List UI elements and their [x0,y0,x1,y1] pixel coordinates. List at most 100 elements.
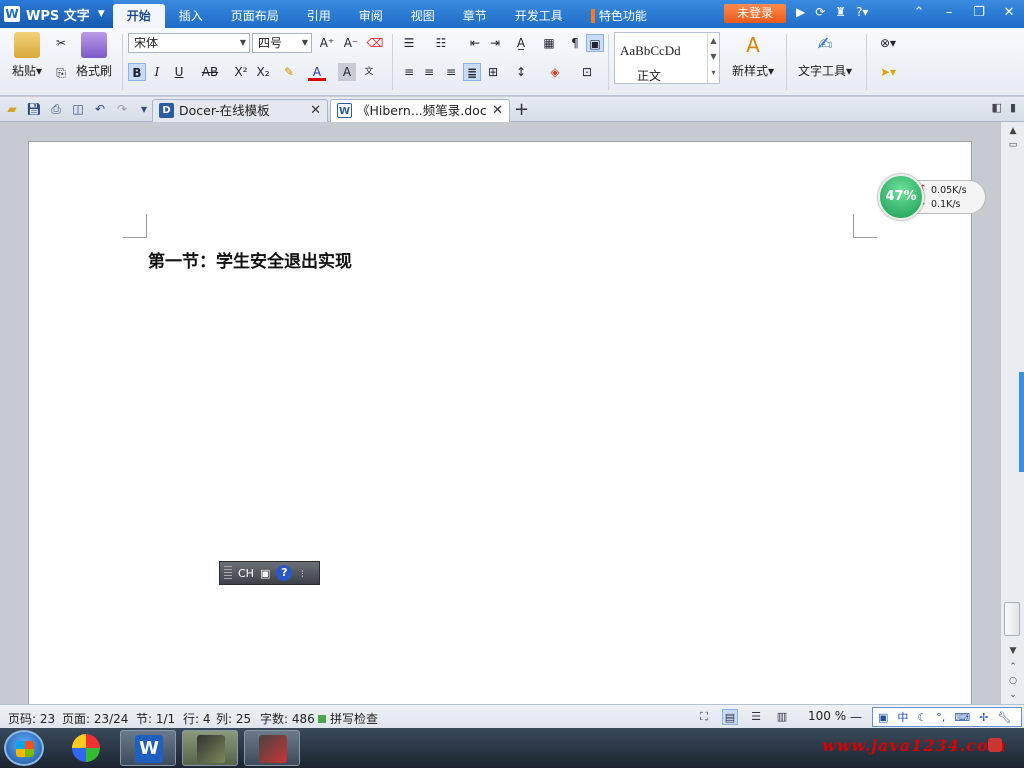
taskbar-wps-writer[interactable]: W [120,730,176,766]
tab-insert[interactable]: 插入 [165,4,217,28]
ime-tools-icon[interactable]: ✢ [979,711,988,724]
underline-icon[interactable]: U [170,63,188,81]
status-row[interactable]: 行: 4 [183,710,211,727]
bullet-list-icon[interactable]: ☰ [400,34,418,52]
side-panel-handle[interactable] [1019,372,1024,472]
new-style-button[interactable]: A 新样式▾ [728,32,778,79]
bold-icon[interactable]: B [128,63,146,81]
ime-keyboard-icon[interactable]: ⌨ [954,711,970,724]
highlight-icon[interactable]: ✎ [280,63,298,81]
status-word-count[interactable]: 字数: 486 [260,710,315,727]
full-screen-icon[interactable]: ⛶ [696,709,712,725]
page-frame-icon[interactable]: ▣ [586,34,604,52]
taskbar-app-colorful[interactable] [58,730,114,766]
ime-punct-icon[interactable]: °, [936,711,945,724]
minimize-icon[interactable]: – [934,0,964,28]
status-section[interactable]: 节: 1/1 [136,710,175,727]
refresh-icon[interactable]: ⟳ [815,5,825,19]
italic-icon[interactable]: I [148,63,166,81]
vertical-scrollbar[interactable]: ▲ ▭ ▼ ⌃ ○ ⌄ [1000,122,1024,704]
network-speed-widget[interactable]: ↑ 0.05K/s ↓ 0.1K/s 47% [878,174,986,220]
ime-logo-icon[interactable]: ▣ [878,711,888,724]
tab-docer-templates[interactable]: D Docer-在线模板 ✕ [152,99,328,122]
open-folder-icon[interactable]: ▰ [4,101,20,117]
zoom-out-icon[interactable]: — [850,710,862,724]
outline-view-icon[interactable]: ☰ [748,709,764,725]
clear-format-icon[interactable]: ⌫ [366,34,384,52]
new-tab-icon[interactable]: + [514,99,529,120]
format-painter-button[interactable]: 格式刷 [74,32,114,79]
copy-icon[interactable]: ⎘ [52,64,70,82]
document-page[interactable]: 第一节：学生安全退出实现 [28,141,972,704]
char-shading-icon[interactable]: A [338,63,356,81]
web-view-icon[interactable]: ▥ [774,709,790,725]
tab-special-features[interactable]: 特色功能 [577,4,661,28]
justify-icon[interactable]: ≣ [463,63,481,81]
print-icon[interactable]: ⎙ [48,101,64,117]
browse-object-icon[interactable]: ○ [1005,676,1021,690]
restore-icon[interactable]: ❐ [964,0,994,28]
ime-options-icon[interactable]: ⋮ [298,569,306,578]
prev-page-icon[interactable]: ⌃ [1005,662,1021,676]
style-gallery[interactable]: AaBbCcDd 正文 ▲ ▼ ▾ [614,32,720,84]
tab-home[interactable]: 开始 [112,4,165,28]
print-preview-icon[interactable]: ◫ [70,101,86,117]
status-page-code[interactable]: 页码: 23 [8,710,55,727]
align-left-icon[interactable]: ≡ [400,63,418,81]
tab-references[interactable]: 引用 [293,4,345,28]
tab-current-document[interactable]: W 《Hibern...频笔录.doc ✕ [330,99,510,122]
font-size-select[interactable]: 四号 ▼ [252,33,312,53]
page-view-icon[interactable]: ▤ [722,709,738,725]
table-icon[interactable]: ▦ [540,34,558,52]
scroll-up-icon[interactable]: ▲ [1005,126,1021,140]
tab-developer[interactable]: 开发工具 [501,4,577,28]
tray-icon[interactable] [988,738,1002,752]
find-binoculars-icon[interactable]: ⊗▾ [874,34,902,52]
shading-icon[interactable]: ◈ [546,63,564,81]
close-icon[interactable]: ✕ [994,0,1024,28]
text-direction-icon[interactable]: A̲ [512,34,530,52]
numbered-list-icon[interactable]: ☷ [432,34,450,52]
save-icon[interactable]: 💾︎ [26,101,42,117]
ime-floating-toolbar[interactable]: CH ▣ ? ⋮ [219,561,320,585]
style-gallery-scroll[interactable]: ▲ ▼ ▾ [707,33,719,83]
section-heading[interactable]: 第一节：学生安全退出实现 [148,247,352,272]
skin-shirt-icon[interactable]: ♜ [835,5,846,19]
tab-view[interactable]: 视图 [397,4,449,28]
increase-indent-icon[interactable]: ⇥ [486,34,504,52]
borders-icon[interactable]: ⊡ [578,63,596,81]
ime-mode-label[interactable]: CH [238,567,254,580]
tab-chapter[interactable]: 章节 [449,4,501,28]
decrease-indent-icon[interactable]: ⇤ [466,34,484,52]
drag-grip-icon[interactable] [224,566,232,580]
spell-check-button[interactable]: 拼写检查 [318,710,378,727]
distributed-align-icon[interactable]: ⊞ [484,63,502,81]
tab-review[interactable]: 审阅 [345,4,397,28]
text-tools-button[interactable]: ✍ 文字工具▾ [794,32,856,79]
taskbar-app-recorder[interactable] [182,730,238,766]
next-page-icon[interactable]: ⌄ [1005,690,1021,704]
show-marks-icon[interactable]: ¶ [566,34,584,52]
font-name-select[interactable]: 宋体 ▼ [128,33,250,53]
zoom-level[interactable]: 100 % [808,709,846,723]
close-tab-icon[interactable]: ✕ [310,100,321,121]
collapse-ribbon-icon[interactable]: ⌃ [904,0,934,28]
start-button[interactable] [4,730,44,766]
select-pointer-icon[interactable]: ➤▾ [874,63,902,81]
scroll-thumb[interactable] [1004,602,1020,636]
phonetic-guide-icon[interactable]: 文 [360,63,378,81]
undo-icon[interactable]: ↶ [92,101,108,117]
tab-scroll-icon[interactable]: ▮ [1010,101,1016,114]
align-right-icon[interactable]: ≡ [442,63,460,81]
grow-font-icon[interactable]: A⁺ [318,34,336,52]
play-icon[interactable]: ▶ [796,5,805,19]
tab-list-icon[interactable]: ◧ [992,101,1002,114]
ime-wrench-icon[interactable]: 🔧︎ [997,711,1011,724]
superscript-icon[interactable]: X² [232,63,250,81]
taskbar-app-player[interactable] [244,730,300,766]
ime-status-bar[interactable]: ▣ 中 ☾ °, ⌨ ✢ 🔧︎ [872,707,1022,727]
strikethrough-icon[interactable]: AB [198,63,222,81]
ime-moon-icon[interactable]: ☾ [917,711,927,724]
font-color-icon[interactable]: A [308,63,326,81]
subscript-icon[interactable]: X₂ [254,63,272,81]
